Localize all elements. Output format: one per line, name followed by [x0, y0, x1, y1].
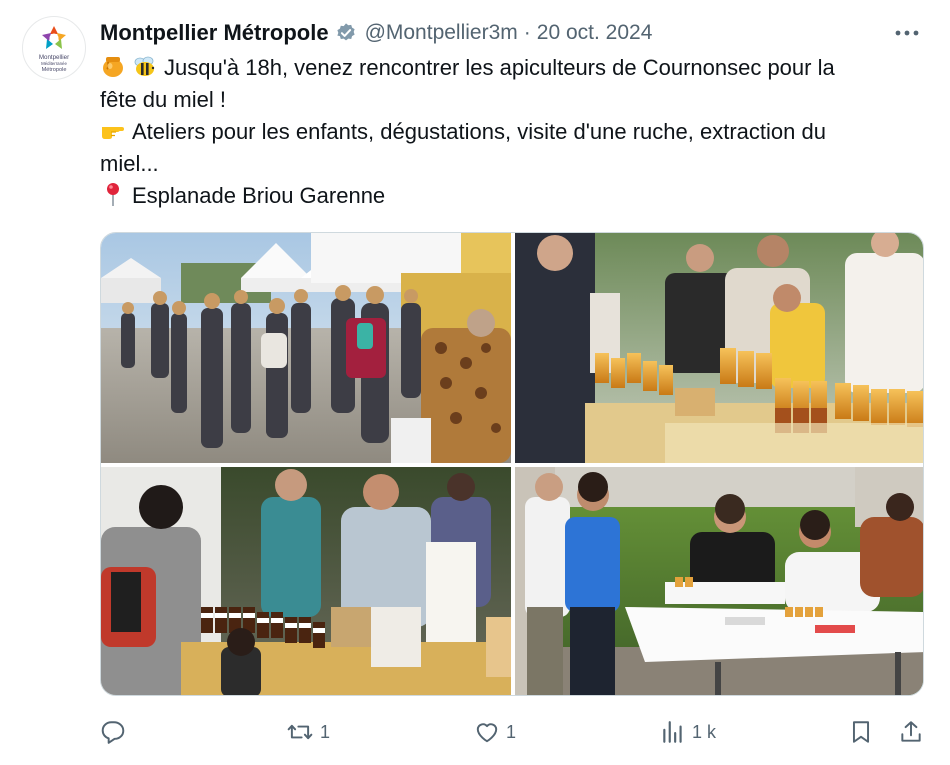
photo-honey-jars-stand[interactable] — [515, 233, 923, 463]
retweet-button[interactable]: 1 — [286, 714, 330, 750]
round-pushpin-icon — [100, 181, 126, 207]
photo-market-tents-crowd[interactable] — [101, 233, 511, 463]
tweet-line-3-text: Ateliers pour les enfants, dégustations,… — [132, 119, 826, 144]
tweet-line-1: Jusqu'à 18h, venez rencontrer les apicul… — [100, 52, 930, 84]
logo-text-line-1: Montpellier — [39, 54, 69, 61]
heart-icon — [476, 723, 498, 743]
verified-badge-icon — [335, 22, 357, 44]
reply-icon — [101, 721, 125, 744]
like-button[interactable]: 1 — [474, 714, 516, 750]
more-dots-icon — [895, 30, 919, 36]
honey-pot-icon — [100, 53, 126, 79]
tweet: Montpellier Méditerranée Métropole Montp… — [0, 0, 950, 765]
tweet-line-5-text: Esplanade Briou Garenne — [132, 183, 386, 208]
tweet-line-5: Esplanade Briou Garenne — [100, 180, 930, 212]
retweet-icon — [287, 724, 313, 740]
like-count: 1 — [506, 721, 517, 742]
share-button[interactable] — [898, 714, 924, 750]
header-separator: · — [523, 21, 531, 44]
more-options-button[interactable] — [890, 18, 924, 48]
bookmark-button[interactable] — [848, 714, 874, 750]
photo-honey-tasting-stand[interactable] — [101, 467, 511, 695]
author-display-name[interactable]: Montpellier Métropole — [100, 20, 329, 46]
montpellier-logo-icon: Montpellier Méditerranée Métropole — [39, 26, 69, 73]
logo-text-line-2: Méditerranée — [41, 61, 67, 66]
action-bar: 1 1 1 k — [100, 714, 928, 750]
reply-button[interactable] — [100, 714, 132, 750]
author-handle[interactable]: @Montpellier3m — [365, 21, 518, 45]
retweet-count: 1 — [320, 721, 331, 742]
avatar[interactable]: Montpellier Méditerranée Métropole — [22, 16, 86, 80]
bee-icon — [132, 53, 158, 79]
tweet-line-1-text: Jusqu'à 18h, venez rencontrer les apicul… — [164, 55, 835, 80]
tweet-date[interactable]: 20 oct. 2024 — [537, 21, 653, 45]
tweet-text: Jusqu'à 18h, venez rencontrer les apicul… — [100, 52, 930, 212]
bookmark-icon — [852, 721, 870, 743]
logo-text-line-3: Métropole — [42, 67, 67, 73]
views-count: 1 k — [692, 721, 717, 742]
tweet-line-3: Ateliers pour les enfants, dégustations,… — [100, 116, 930, 148]
share-icon — [901, 721, 921, 742]
media-grid — [100, 232, 924, 696]
tweet-header: Montpellier Métropole @Montpellier3m · 2… — [100, 18, 930, 48]
views-icon — [663, 721, 682, 743]
pointing-hand-icon — [100, 117, 126, 143]
tweet-line-2: fête du miel ! — [100, 87, 226, 112]
photo-children-at-tables[interactable] — [515, 467, 923, 695]
views-button[interactable]: 1 k — [660, 714, 716, 750]
tweet-line-4: miel... — [100, 151, 159, 176]
